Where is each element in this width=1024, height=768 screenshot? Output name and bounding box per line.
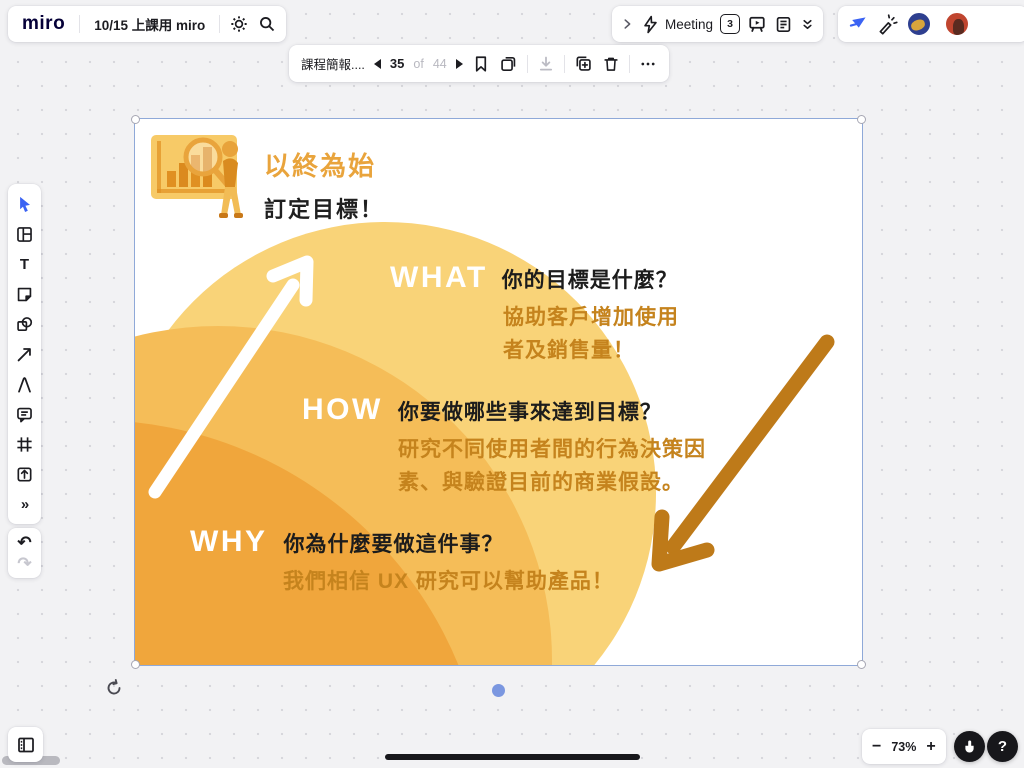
section-what: WHAT 你的目標是什麼？ 協助客戶增加使用 者及銷售量！: [390, 261, 679, 367]
slide-subtitle: 訂定目標！: [264, 192, 384, 224]
meeting-label[interactable]: Meeting: [665, 17, 713, 32]
search-icon[interactable]: [258, 15, 276, 33]
selection-handle-top-left[interactable]: [131, 115, 140, 124]
slide-title: 以終為始: [264, 146, 384, 183]
slide-canvas[interactable]: 以終為始 訂定目標！ WHAT 你的目標是什麼？ 協助客戶增加使用 者及銷售量！…: [135, 119, 862, 665]
more-options-icon[interactable]: [639, 55, 657, 73]
calendar-icon[interactable]: 3: [720, 14, 740, 34]
section-why: WHY 你為什麼要做這件事？ 我們相信 UX 研究可以幫助產品！: [190, 525, 614, 598]
present-icon[interactable]: [747, 14, 767, 34]
shapes-icon[interactable]: [11, 310, 39, 338]
selection-handle-bottom-right[interactable]: [857, 660, 866, 669]
section-how: HOW 你要做哪些事來達到目標？ 研究不同使用者間的行為決策因 素、與驗證目前的…: [302, 393, 706, 499]
pen-icon[interactable]: [11, 370, 39, 398]
divider: [629, 55, 630, 73]
of-label: of: [413, 57, 423, 71]
zoom-controls: − 73% +: [862, 729, 946, 764]
section-question: 你的目標是什麼？: [502, 264, 678, 294]
laser-pointer-icon[interactable]: [877, 14, 898, 35]
total-pages: 44: [433, 57, 447, 71]
slide-title-block: 以終為始 訂定目標！: [264, 146, 384, 224]
divider: [79, 15, 80, 33]
upload-icon[interactable]: [11, 460, 39, 488]
zoom-level[interactable]: 73%: [891, 740, 916, 754]
bookmark-icon[interactable]: [472, 55, 490, 73]
prev-page-icon[interactable]: [374, 59, 381, 69]
collaboration-toolbar: [838, 6, 1024, 42]
undo-icon[interactable]: ↶: [17, 534, 31, 551]
pages-icon[interactable]: [499, 54, 518, 73]
section-answer: 研究不同使用者間的行為決策因 素、與驗證目前的商業假設。: [398, 433, 706, 499]
frame-icon[interactable]: [11, 430, 39, 458]
sticky-note-icon[interactable]: [11, 280, 39, 308]
follow-cursor-icon[interactable]: [848, 14, 869, 35]
trash-icon[interactable]: [602, 55, 620, 73]
zoom-out-icon[interactable]: −: [872, 738, 881, 756]
board-title[interactable]: 10/15 上課用 miro: [90, 14, 209, 34]
reactions-hand-icon[interactable]: [954, 731, 985, 762]
templates-icon[interactable]: [11, 220, 39, 248]
connector-icon[interactable]: [11, 340, 39, 368]
notes-icon[interactable]: [774, 15, 793, 34]
top-left-header: miro 10/15 上課用 miro: [8, 6, 286, 42]
help-icon[interactable]: ?: [987, 731, 1018, 762]
section-keyword: WHY: [190, 525, 268, 559]
section-keyword: HOW: [302, 393, 383, 427]
chevron-right-icon[interactable]: [620, 17, 634, 31]
zoom-in-icon[interactable]: +: [926, 738, 935, 756]
redo-icon[interactable]: ↷: [17, 555, 31, 572]
section-answer: 我們相信 UX 研究可以幫助產品！: [283, 565, 614, 598]
frame-indicator-dot[interactable]: [492, 684, 505, 697]
tools-sidebar: T »: [8, 184, 41, 524]
frames-panel-button[interactable]: [8, 727, 43, 762]
more-tools-icon[interactable]: »: [11, 490, 39, 518]
current-page: 35: [390, 56, 404, 71]
divider: [564, 55, 565, 73]
section-question: 你為什麼要做這件事？: [284, 528, 504, 558]
gear-icon[interactable]: [230, 15, 248, 33]
divider: [219, 15, 220, 33]
slide-nav-toolbar: 課程簡報.... 35 of 44: [289, 45, 669, 82]
bottom-bar-handle[interactable]: [385, 754, 640, 760]
section-question: 你要做哪些事來達到目標？: [398, 396, 662, 426]
avatar[interactable]: [944, 11, 970, 37]
comment-icon[interactable]: [11, 400, 39, 428]
avatar[interactable]: [992, 11, 1018, 37]
avatar[interactable]: [968, 11, 994, 37]
avatar[interactable]: [906, 11, 932, 37]
select-cursor-icon[interactable]: [11, 190, 39, 218]
section-keyword: WHAT: [390, 261, 488, 295]
text-icon[interactable]: T: [11, 250, 39, 278]
divider: [527, 55, 528, 73]
meeting-toolbar: Meeting 3: [612, 6, 823, 42]
lightning-icon[interactable]: [641, 15, 660, 34]
undo-redo-panel: ↶ ↷: [8, 528, 41, 578]
duplicate-icon[interactable]: [574, 54, 593, 73]
download-icon[interactable]: [537, 55, 555, 73]
selection-handle-top-right[interactable]: [857, 115, 866, 124]
double-chevron-down-icon[interactable]: [800, 17, 815, 32]
selection-handle-bottom-left[interactable]: [131, 660, 140, 669]
doc-title[interactable]: 課程簡報....: [301, 54, 365, 73]
section-answer: 協助客戶增加使用 者及銷售量！: [503, 301, 679, 367]
rotate-icon[interactable]: [104, 678, 124, 698]
next-page-icon[interactable]: [456, 59, 463, 69]
chart-analysis-illustration: [151, 135, 243, 218]
miro-logo[interactable]: miro: [18, 13, 69, 35]
